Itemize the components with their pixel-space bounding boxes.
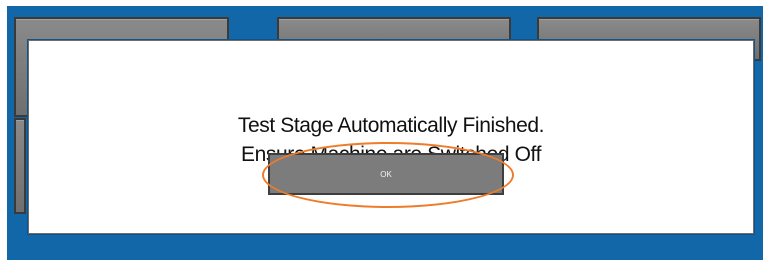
ok-button[interactable]: OK xyxy=(268,153,504,195)
background-button-4[interactable] xyxy=(14,118,26,214)
message-dialog: Test Stage Automatically Finished. Ensur… xyxy=(28,40,754,234)
dialog-message-line-1: Test Stage Automatically Finished. xyxy=(237,114,545,137)
screen: Test Stage Automatically Finished. Ensur… xyxy=(0,0,769,263)
